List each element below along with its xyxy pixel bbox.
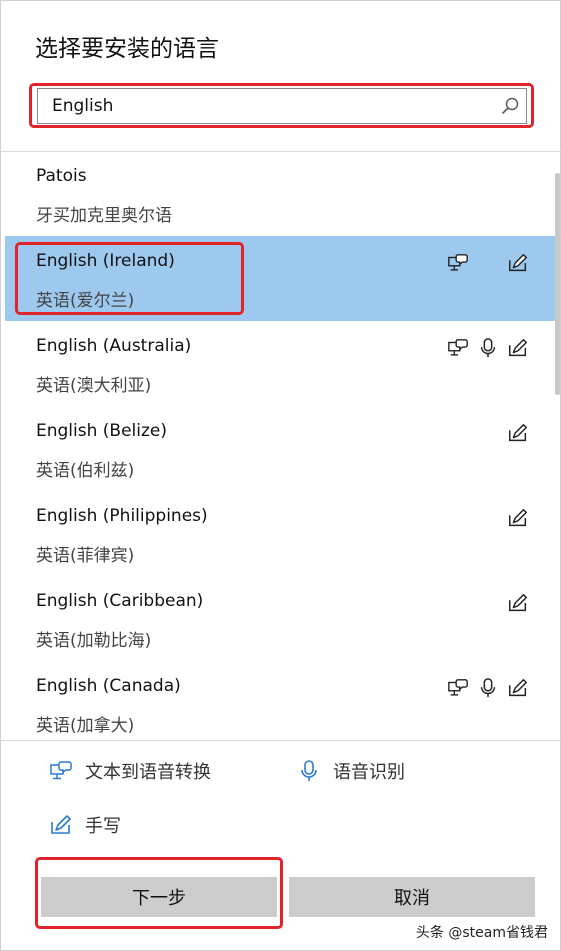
language-native-name: 英语(加拿大) [36, 716, 135, 736]
install-language-dialog: 选择要安装的语言 Patois 牙买加克里奥尔语 English (Ireland)… [0, 0, 561, 951]
microphone-icon [477, 677, 499, 699]
language-list[interactable]: Patois 牙买加克里奥尔语 English (Ireland) 英语(爱尔兰) En… [5, 151, 558, 740]
language-native-name: 英语(菲律宾) [36, 546, 135, 566]
speech-bubble-monitor-icon [447, 337, 469, 359]
dialog-title: 选择要安装的语言 [35, 36, 219, 62]
language-list-item[interactable]: English (Caribbean) 英语(加勒比海) [5, 576, 558, 661]
pen-on-pad-icon [507, 422, 529, 444]
pen-on-pad-icon [507, 507, 529, 529]
microphone-legend-icon [297, 759, 321, 783]
language-list-item[interactable]: English (Philippines) 英语(菲律宾) [5, 491, 558, 576]
legend-handwriting-label: 手写 [85, 816, 121, 837]
language-list-item[interactable]: English (Ireland) 英语(爱尔兰) [5, 236, 558, 321]
list-bottom-divider [1, 740, 561, 741]
search-input[interactable] [38, 89, 498, 123]
pen-on-pad-icon [507, 592, 529, 614]
tts-legend-icon [49, 759, 73, 783]
legend-tts-label: 文本到语音转换 [85, 762, 211, 783]
language-list-item[interactable]: English (Belize) 英语(伯利兹) [5, 406, 558, 491]
language-name: Patois [36, 166, 87, 186]
language-name: English (Canada) [36, 676, 181, 696]
language-list-item[interactable]: English (Canada) 英语(加拿大) [5, 661, 558, 740]
language-native-name: 英语(爱尔兰) [36, 291, 135, 311]
language-name: English (Australia) [36, 336, 192, 356]
pen-on-pad-icon [507, 337, 529, 359]
microphone-icon [477, 337, 499, 359]
language-name: English (Belize) [36, 421, 168, 441]
search-icon[interactable] [500, 96, 520, 116]
language-name: English (Philippines) [36, 506, 208, 526]
language-name: English (Caribbean) [36, 591, 204, 611]
language-native-name: 英语(加勒比海) [36, 631, 152, 651]
speech-bubble-monitor-icon [447, 677, 469, 699]
pen-on-pad-icon [507, 252, 529, 274]
pen-on-pad-icon [507, 677, 529, 699]
legend-speech-label: 语音识别 [333, 762, 405, 783]
cancel-button[interactable]: 取消 [289, 877, 535, 917]
next-button[interactable]: 下一步 [41, 877, 277, 917]
language-native-name: 牙买加克里奥尔语 [36, 206, 172, 226]
search-box[interactable] [37, 88, 527, 124]
list-scrollbar-thumb[interactable] [555, 173, 560, 395]
language-native-name: 英语(伯利兹) [36, 461, 135, 481]
watermark-text: 头条 @steam省钱君 [415, 925, 548, 941]
handwriting-legend-icon [49, 813, 73, 837]
language-list-item[interactable]: Patois 牙买加克里奥尔语 [5, 151, 558, 236]
language-name: English (Ireland) [36, 251, 175, 271]
legend-tts: 文本到语音转换 [49, 758, 211, 784]
speech-bubble-monitor-icon [447, 252, 469, 274]
language-list-item[interactable]: English (Australia) 英语(澳大利亚) [5, 321, 558, 406]
legend-handwriting: 手写 [49, 812, 121, 838]
language-native-name: 英语(澳大利亚) [36, 376, 152, 396]
legend-speech: 语音识别 [297, 758, 405, 784]
